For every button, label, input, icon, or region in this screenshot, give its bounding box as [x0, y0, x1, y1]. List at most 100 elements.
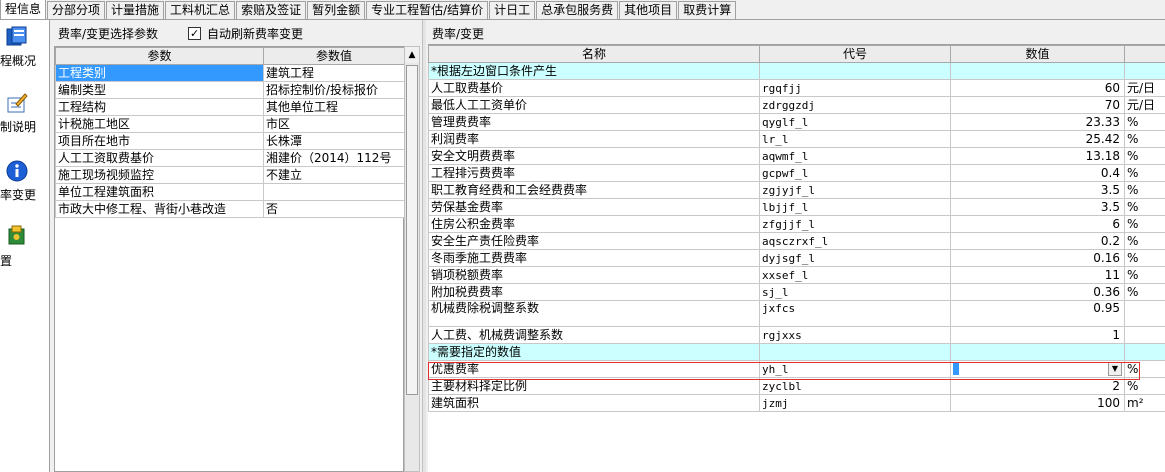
param-value-cell[interactable]: 市区 [263, 115, 405, 133]
tab-0[interactable]: 程信息 [0, 0, 47, 19]
column-header-code[interactable]: 代号 [759, 45, 951, 63]
column-header-unit[interactable] [1124, 45, 1165, 63]
table-row[interactable]: 项目所在地市 长株潭 [55, 132, 405, 150]
rate-value-cell[interactable]: 0.95 [950, 300, 1125, 327]
rate-value-cell[interactable]: 60 [950, 79, 1125, 97]
table-row[interactable]: 人工费、机械费调整系数 rgjxxs 1 [428, 326, 1165, 344]
scroll-thumb[interactable] [406, 65, 418, 395]
rate-name-cell: 主要材料择定比例 [428, 377, 760, 395]
rate-value-cell[interactable]: 3.5 [950, 198, 1125, 216]
tab-2[interactable]: 计量措施 [106, 1, 165, 19]
param-value-cell[interactable]: 招标控制价/投标报价 [263, 81, 405, 99]
rate-code-cell: lr_l [759, 130, 951, 148]
left-toolbar: 程概况 制说明 率变更 置 [0, 20, 50, 472]
table-row[interactable]: 管理费费率 qyglf_l 23.33% [428, 113, 1165, 131]
column-header-name[interactable]: 名称 [428, 45, 760, 63]
table-row[interactable]: 最低人工工资单价 zdrggzdj 70 元/日 [428, 96, 1165, 114]
table-row[interactable]: 机械费除税调整系数 jxfcs 0.95 [428, 300, 1165, 327]
rate-table-container: 名称 代号 数值 *根据左边窗口条件产生 人工取费基价 rgqfjj 60 元/日 最低人… [428, 44, 1165, 472]
section-cell [950, 62, 1125, 80]
rate-unit-cell [1124, 326, 1165, 344]
info-icon [6, 160, 28, 182]
auto-refresh-checkbox[interactable]: ✓ [188, 26, 202, 40]
tab-9[interactable]: 其他项目 [619, 1, 678, 19]
rate-code-cell: sj_l [759, 283, 951, 301]
param-value-cell[interactable]: 建筑工程 [263, 64, 405, 82]
section-row: *根据左边窗口条件产生 [428, 62, 1165, 80]
tab-3[interactable]: 工料机汇总 [165, 1, 236, 19]
table-row[interactable]: 住房公积金费率 zfgjjf_l 6% [428, 215, 1165, 233]
table-row[interactable]: 主要材料择定比例 zyclbl 2% [428, 377, 1165, 395]
tab-8[interactable]: 总承包服务费 [536, 1, 619, 19]
column-header-param-value[interactable]: 参数值 [263, 47, 405, 65]
table-row[interactable]: 工程排污费费率 gcpwf_l 0.4% [428, 164, 1165, 182]
param-value-cell[interactable]: 湘建价（2014）112号 [263, 149, 405, 167]
rate-value-cell[interactable]: 11 [950, 266, 1125, 284]
table-row[interactable]: 人工工资取费基价 湘建价（2014）112号 [55, 149, 405, 167]
discount-rate-combo[interactable]: ▼ [950, 360, 1125, 378]
rate-value-cell[interactable]: 6 [950, 215, 1125, 233]
table-row[interactable]: 计税施工地区 市区 [55, 115, 405, 133]
table-row[interactable]: 工程类别 建筑工程 [55, 64, 405, 82]
sidebar-item-settings[interactable]: 置 [0, 222, 50, 282]
column-header-value[interactable]: 数值 [950, 45, 1125, 63]
sidebar-item-overview[interactable]: 程概况 [0, 24, 50, 84]
tab-4[interactable]: 索赔及签证 [236, 1, 307, 19]
tab-1[interactable]: 分部分项 [47, 1, 106, 19]
rate-value-cell[interactable]: 100 [950, 394, 1125, 412]
rate-value-cell[interactable]: 2 [950, 377, 1125, 395]
rate-value-cell[interactable]: 23.33 [950, 113, 1125, 131]
scroll-up-icon[interactable]: ▲ [405, 47, 419, 63]
tab-10[interactable]: 取费计算 [678, 1, 737, 19]
table-row[interactable]: 利润费率 lr_l 25.42% [428, 130, 1165, 148]
section-cell [759, 343, 951, 361]
rate-value-cell[interactable]: 70 [950, 96, 1125, 114]
rate-name-cell: 冬雨季施工费费率 [428, 249, 760, 267]
rate-value-cell[interactable]: 0.2 [950, 232, 1125, 250]
table-row[interactable]: 编制类型 招标控制价/投标报价 [55, 81, 405, 99]
param-value-cell[interactable] [263, 183, 405, 201]
rate-value-cell[interactable]: 3.5 [950, 181, 1125, 199]
table-row[interactable]: 建筑面积 jzmj 100 m² [428, 394, 1165, 412]
tab-5[interactable]: 暂列金额 [307, 1, 366, 19]
sidebar-item-notes[interactable]: 制说明 [0, 90, 50, 150]
rate-value-cell[interactable]: 13.18 [950, 147, 1125, 165]
param-name-cell: 工程结构 [55, 98, 264, 116]
column-header-param[interactable]: 参数 [55, 47, 264, 65]
rate-value-cell[interactable]: 25.42 [950, 130, 1125, 148]
rate-value-cell[interactable]: 0.36 [950, 283, 1125, 301]
table-row[interactable]: 销项税额费率 xxsef_l 11% [428, 266, 1165, 284]
table-row[interactable]: 安全生产责任险费率 aqsczrxf_l 0.2% [428, 232, 1165, 250]
table-row[interactable]: 工程结构 其他单位工程 [55, 98, 405, 116]
param-vertical-scrollbar[interactable]: ▲ [404, 46, 420, 472]
param-value-cell[interactable]: 否 [263, 200, 405, 218]
sidebar-item-rate-change[interactable]: 率变更 [0, 158, 50, 218]
param-value-cell[interactable]: 不建立 [263, 166, 405, 184]
tab-6[interactable]: 专业工程暂估/结算价 [366, 1, 489, 19]
table-row[interactable]: 市政大中修工程、背街小巷改造否 [55, 200, 405, 218]
rate-value-cell[interactable]: 1 [950, 326, 1125, 344]
panel-splitter[interactable] [422, 20, 426, 472]
table-row[interactable]: 安全文明费费率 aqwmf_l 13.18% [428, 147, 1165, 165]
table-row[interactable]: 优惠费率 yh_l ▼% [428, 360, 1165, 378]
rate-value-cell[interactable]: 0.4 [950, 164, 1125, 182]
param-value-cell[interactable]: 长株潭 [263, 132, 405, 150]
table-row[interactable]: 冬雨季施工费费率 dyjsgf_l 0.16% [428, 249, 1165, 267]
param-name-cell: 计税施工地区 [55, 115, 264, 133]
param-panel-title: 费率/变更选择参数 [58, 26, 159, 41]
table-row[interactable]: 职工教育经费和工会经费费率 zgjyjf_l 3.5% [428, 181, 1165, 199]
rate-unit-cell: % [1124, 283, 1165, 301]
rate-table: 名称 代号 数值 *根据左边窗口条件产生 人工取费基价 rgqfjj 60 元/日 最低人… [428, 45, 1165, 412]
dropdown-arrow-icon[interactable]: ▼ [1108, 362, 1122, 376]
table-row[interactable]: 附加税费费率 sj_l 0.36% [428, 283, 1165, 301]
section-cell [950, 343, 1125, 361]
rate-name-cell: 劳保基金费率 [428, 198, 760, 216]
table-row[interactable]: 劳保基金费率 lbjjf_l 3.5% [428, 198, 1165, 216]
table-row[interactable]: 施工现场视频监控 不建立 [55, 166, 405, 184]
table-row[interactable]: 人工取费基价 rgqfjj 60 元/日 [428, 79, 1165, 97]
rate-value-cell[interactable]: 0.16 [950, 249, 1125, 267]
table-row[interactable]: 单位工程建筑面积 [55, 183, 405, 201]
tab-7[interactable]: 计日工 [489, 1, 536, 19]
param-value-cell[interactable]: 其他单位工程 [263, 98, 405, 116]
rate-name-cell: 附加税费费率 [428, 283, 760, 301]
